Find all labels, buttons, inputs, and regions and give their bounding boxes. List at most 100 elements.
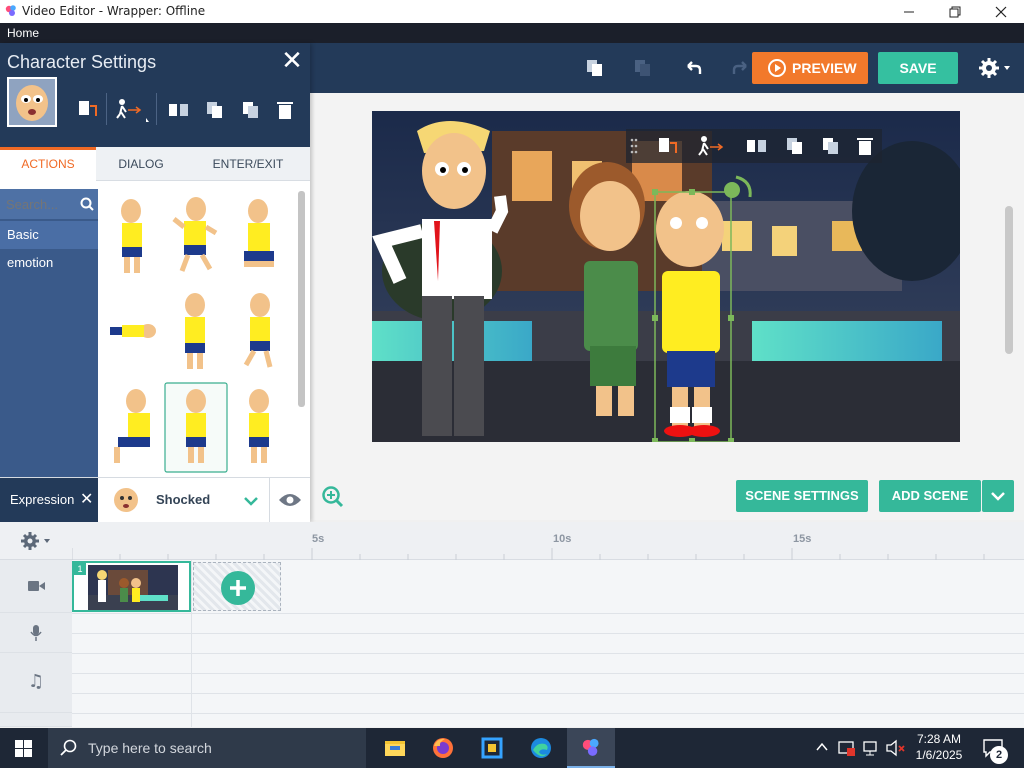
walk-motion-icon[interactable] <box>114 98 150 124</box>
action-thumb[interactable] <box>244 199 274 267</box>
video-track-header <box>0 560 72 613</box>
paste-icon[interactable] <box>632 57 654 79</box>
walk-motion-icon[interactable] <box>696 135 726 157</box>
timeline-ruler[interactable]: 5s 10s 15s <box>0 522 1024 560</box>
clock-date[interactable]: 1/6/2025 <box>908 748 970 762</box>
close-panel-button[interactable]: ✕ <box>280 47 304 73</box>
delete-trash-icon[interactable] <box>276 99 294 121</box>
tray-chevron-up-icon[interactable] <box>816 742 828 752</box>
windows-start-icon[interactable] <box>15 740 32 757</box>
search-icon[interactable] <box>80 197 94 211</box>
search-icon <box>60 739 77 756</box>
firefox-icon[interactable] <box>431 736 455 760</box>
category-emotion[interactable]: emotion <box>0 249 98 277</box>
action-thumb[interactable] <box>185 293 205 369</box>
clear-expression-icon[interactable]: ✕ <box>80 489 93 509</box>
action-thumb[interactable] <box>249 389 269 463</box>
character-boy-selected[interactable] <box>656 191 724 437</box>
copy-object-icon[interactable] <box>204 99 226 121</box>
delete-trash-icon[interactable] <box>856 135 874 157</box>
action-thumb[interactable] <box>114 389 150 463</box>
timeline-tracks: ♫ 1 <box>0 560 1024 727</box>
notifications-badge: 2 <box>990 746 1008 764</box>
edge-icon[interactable] <box>529 736 553 760</box>
save-button[interactable]: SAVE <box>878 52 958 84</box>
track-column-divider <box>191 560 192 727</box>
toolbar-divider <box>156 93 157 125</box>
scene-canvas[interactable] <box>372 111 960 442</box>
character-boss[interactable] <box>372 121 509 436</box>
add-scene-button[interactable]: ADD SCENE <box>879 480 981 512</box>
zoom-in-icon[interactable] <box>321 485 345 509</box>
tray-app-icon[interactable] <box>838 739 856 757</box>
close-window-button[interactable] <box>978 0 1024 23</box>
panel-header: Character Settings ✕ <box>0 43 310 147</box>
taskbar-search-box[interactable]: Type here to search <box>48 728 366 768</box>
music-note-icon: ♫ <box>28 671 45 692</box>
panel-tabs: ACTIONS DIALOG ENTER/EXIT <box>0 147 310 181</box>
scene-settings-button[interactable]: SCENE SETTINGS <box>736 480 868 512</box>
preview-button[interactable]: PREVIEW <box>752 52 868 84</box>
microphone-icon <box>30 625 42 641</box>
taskbar-search-placeholder: Type here to search <box>88 740 212 756</box>
copy-icon[interactable] <box>584 57 606 79</box>
action-thumb[interactable] <box>110 324 156 338</box>
app-logo-icon <box>582 738 599 756</box>
stage-scrollbar[interactable] <box>1005 206 1013 354</box>
expression-label: Expression <box>10 492 75 507</box>
clock-time[interactable]: 7:28 AM <box>908 732 970 746</box>
ruler-ticks <box>72 548 985 560</box>
duplicate-icon[interactable] <box>820 135 842 157</box>
chevron-down-icon <box>244 497 258 506</box>
timeline-tick-10s: 10s <box>553 533 572 545</box>
flip-icon[interactable] <box>166 99 192 121</box>
thumbnail-scrollbar[interactable] <box>298 191 305 407</box>
action-thumb[interactable] <box>172 197 218 272</box>
character-head-icon <box>16 85 48 121</box>
action-thumbnails <box>110 197 274 473</box>
search-input[interactable] <box>6 194 76 214</box>
maximize-button[interactable] <box>932 0 978 23</box>
redo-icon[interactable] <box>730 57 752 79</box>
swap-character-icon[interactable] <box>656 135 678 157</box>
add-circle-icon <box>221 571 255 605</box>
copy-object-icon[interactable] <box>784 135 806 157</box>
tab-enter-exit[interactable]: ENTER/EXIT <box>186 147 310 181</box>
scene-clip[interactable]: 1 <box>72 561 191 612</box>
network-icon[interactable] <box>862 739 880 757</box>
action-thumb[interactable] <box>243 293 273 368</box>
drag-handle-icon[interactable] <box>630 138 638 154</box>
file-explorer-icon[interactable] <box>384 738 406 758</box>
timeline-tick-15s: 15s <box>793 533 812 545</box>
tab-dialog[interactable]: DIALOG <box>96 147 186 181</box>
character-avatar[interactable] <box>7 77 57 127</box>
add-scene-slot[interactable] <box>193 562 281 611</box>
virtualbox-icon[interactable] <box>480 736 504 760</box>
window-title: Video Editor - Wrapper: Offline <box>22 4 206 18</box>
rotate-handle-icon[interactable] <box>724 175 752 198</box>
video-camera-icon <box>28 581 45 591</box>
windows-taskbar: Type here to search 7:28 AM 1/6/2025 2 <box>0 728 1024 768</box>
character-settings-panel: Character Settings ✕ ACTIONS DIALOG ENTE… <box>0 43 310 523</box>
track-divider <box>72 693 1024 694</box>
volume-muted-icon[interactable] <box>886 739 906 757</box>
add-scene-dropdown[interactable] <box>982 480 1014 512</box>
action-thumb[interactable] <box>121 199 142 273</box>
flip-icon[interactable] <box>744 135 770 157</box>
close-icon <box>995 6 1007 18</box>
taskbar-active-app[interactable] <box>567 728 615 768</box>
menu-home[interactable]: Home <box>7 26 39 40</box>
duplicate-icon[interactable] <box>240 99 262 121</box>
preview-expression-button[interactable] <box>270 478 310 523</box>
settings-gear-icon[interactable] <box>978 56 1012 80</box>
swap-character-icon[interactable] <box>76 98 98 120</box>
category-basic[interactable]: Basic <box>0 221 98 249</box>
expression-select[interactable]: Shocked <box>98 478 270 523</box>
tab-actions[interactable]: ACTIONS <box>0 147 96 181</box>
preview-label: PREVIEW <box>792 60 857 76</box>
minimize-button[interactable] <box>886 0 932 23</box>
character-girl[interactable] <box>569 162 645 416</box>
timeline-settings-gear-icon[interactable] <box>20 531 54 551</box>
undo-icon[interactable] <box>682 57 704 79</box>
music-track-header: ♫ <box>0 653 72 713</box>
